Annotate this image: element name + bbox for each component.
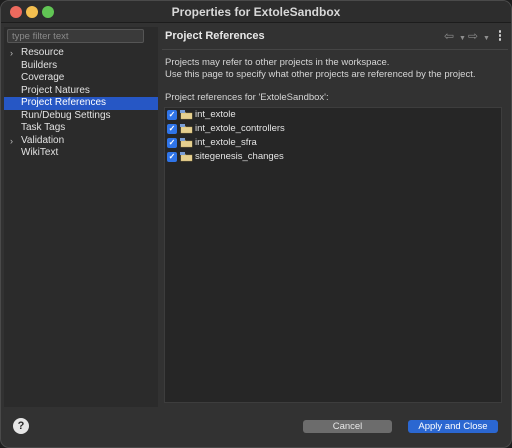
- reference-label: int_extole: [195, 109, 236, 120]
- reference-checkbox[interactable]: ✓: [167, 124, 177, 134]
- sidebar-item-builders[interactable]: Builders: [4, 60, 158, 73]
- reference-label: int_extole_controllers: [195, 123, 285, 134]
- sidebar-item-project-natures[interactable]: Project Natures: [4, 85, 158, 98]
- sidebar-item-project-references[interactable]: Project References: [4, 97, 158, 110]
- property-page-tree: › Resource Builders Coverage Project Natu…: [4, 47, 158, 160]
- project-folder-icon: [180, 124, 193, 134]
- project-folder-icon: [180, 110, 193, 120]
- list-item[interactable]: ✓ int_extole_controllers: [165, 122, 501, 136]
- sidebar-item-task-tags[interactable]: Task Tags: [4, 122, 158, 135]
- filter-input[interactable]: [7, 29, 144, 43]
- back-arrow-icon[interactable]: ⇦: [444, 29, 454, 43]
- dialog-footer: ? Cancel Apply and Close: [1, 411, 511, 447]
- sidebar: › Resource Builders Coverage Project Natu…: [4, 27, 158, 407]
- forward-arrow-icon[interactable]: ⇨: [468, 29, 478, 43]
- list-item[interactable]: ✓ sitegenesis_changes: [165, 150, 501, 164]
- sidebar-item-label: WikiText: [21, 147, 59, 158]
- properties-dialog: Properties for ExtoleSandbox › Resource B…: [0, 0, 512, 448]
- header-divider: [162, 49, 508, 50]
- chevron-right-icon[interactable]: ›: [10, 47, 13, 60]
- sidebar-item-wikitext[interactable]: WikiText: [4, 147, 158, 160]
- sidebar-item-label: Coverage: [21, 72, 65, 83]
- sidebar-item-coverage[interactable]: Coverage: [4, 72, 158, 85]
- chevron-right-icon[interactable]: ›: [10, 135, 13, 148]
- sidebar-item-label: Run/Debug Settings: [21, 109, 111, 121]
- references-list-label: Project references for 'ExtoleSandbox':: [165, 92, 329, 103]
- reference-checkbox[interactable]: ✓: [167, 138, 177, 148]
- apply-and-close-button[interactable]: Apply and Close: [408, 420, 498, 433]
- page-description: Projects may refer to other projects in …: [165, 57, 476, 81]
- list-item[interactable]: ✓ int_extole_sfra: [165, 136, 501, 150]
- list-item[interactable]: ✓ int_extole: [165, 108, 501, 122]
- reference-checkbox[interactable]: ✓: [167, 110, 177, 120]
- back-dropdown-icon[interactable]: ▼: [459, 32, 466, 46]
- main-panel: Project References ⇦ ▼ ⇨ ▼ Projects may …: [162, 27, 508, 407]
- sidebar-item-validation[interactable]: › Validation: [4, 135, 158, 148]
- sidebar-item-label: Task Tags: [21, 122, 66, 133]
- project-references-list[interactable]: ✓ int_extole ✓ int_extole_controllers ✓ …: [164, 107, 502, 403]
- sidebar-item-label: Project Natures: [21, 84, 90, 96]
- reference-label: int_extole_sfra: [195, 137, 257, 148]
- description-line: Use this page to specify what other proj…: [165, 69, 476, 80]
- reference-checkbox[interactable]: ✓: [167, 152, 177, 162]
- description-line: Projects may refer to other projects in …: [165, 57, 390, 68]
- help-icon[interactable]: ?: [13, 418, 29, 434]
- sidebar-item-label: Validation: [21, 134, 65, 146]
- sidebar-item-label: Project References: [21, 97, 107, 108]
- page-title: Project References: [165, 30, 265, 42]
- title-bar: Properties for ExtoleSandbox: [1, 1, 511, 23]
- window-title: Properties for ExtoleSandbox: [171, 5, 341, 19]
- sidebar-item-resource[interactable]: › Resource: [4, 47, 158, 60]
- sidebar-item-label: Builders: [21, 59, 58, 71]
- project-folder-icon: [180, 152, 193, 162]
- cancel-button[interactable]: Cancel: [303, 420, 392, 433]
- sidebar-item-run-debug-settings[interactable]: Run/Debug Settings: [4, 110, 158, 123]
- page-header: Project References ⇦ ▼ ⇨ ▼: [162, 27, 508, 47]
- sidebar-item-label: Resource: [21, 47, 64, 58]
- forward-dropdown-icon[interactable]: ▼: [483, 32, 490, 46]
- reference-label: sitegenesis_changes: [195, 151, 284, 162]
- vertical-dots-icon[interactable]: [498, 30, 502, 44]
- project-folder-icon: [180, 138, 193, 148]
